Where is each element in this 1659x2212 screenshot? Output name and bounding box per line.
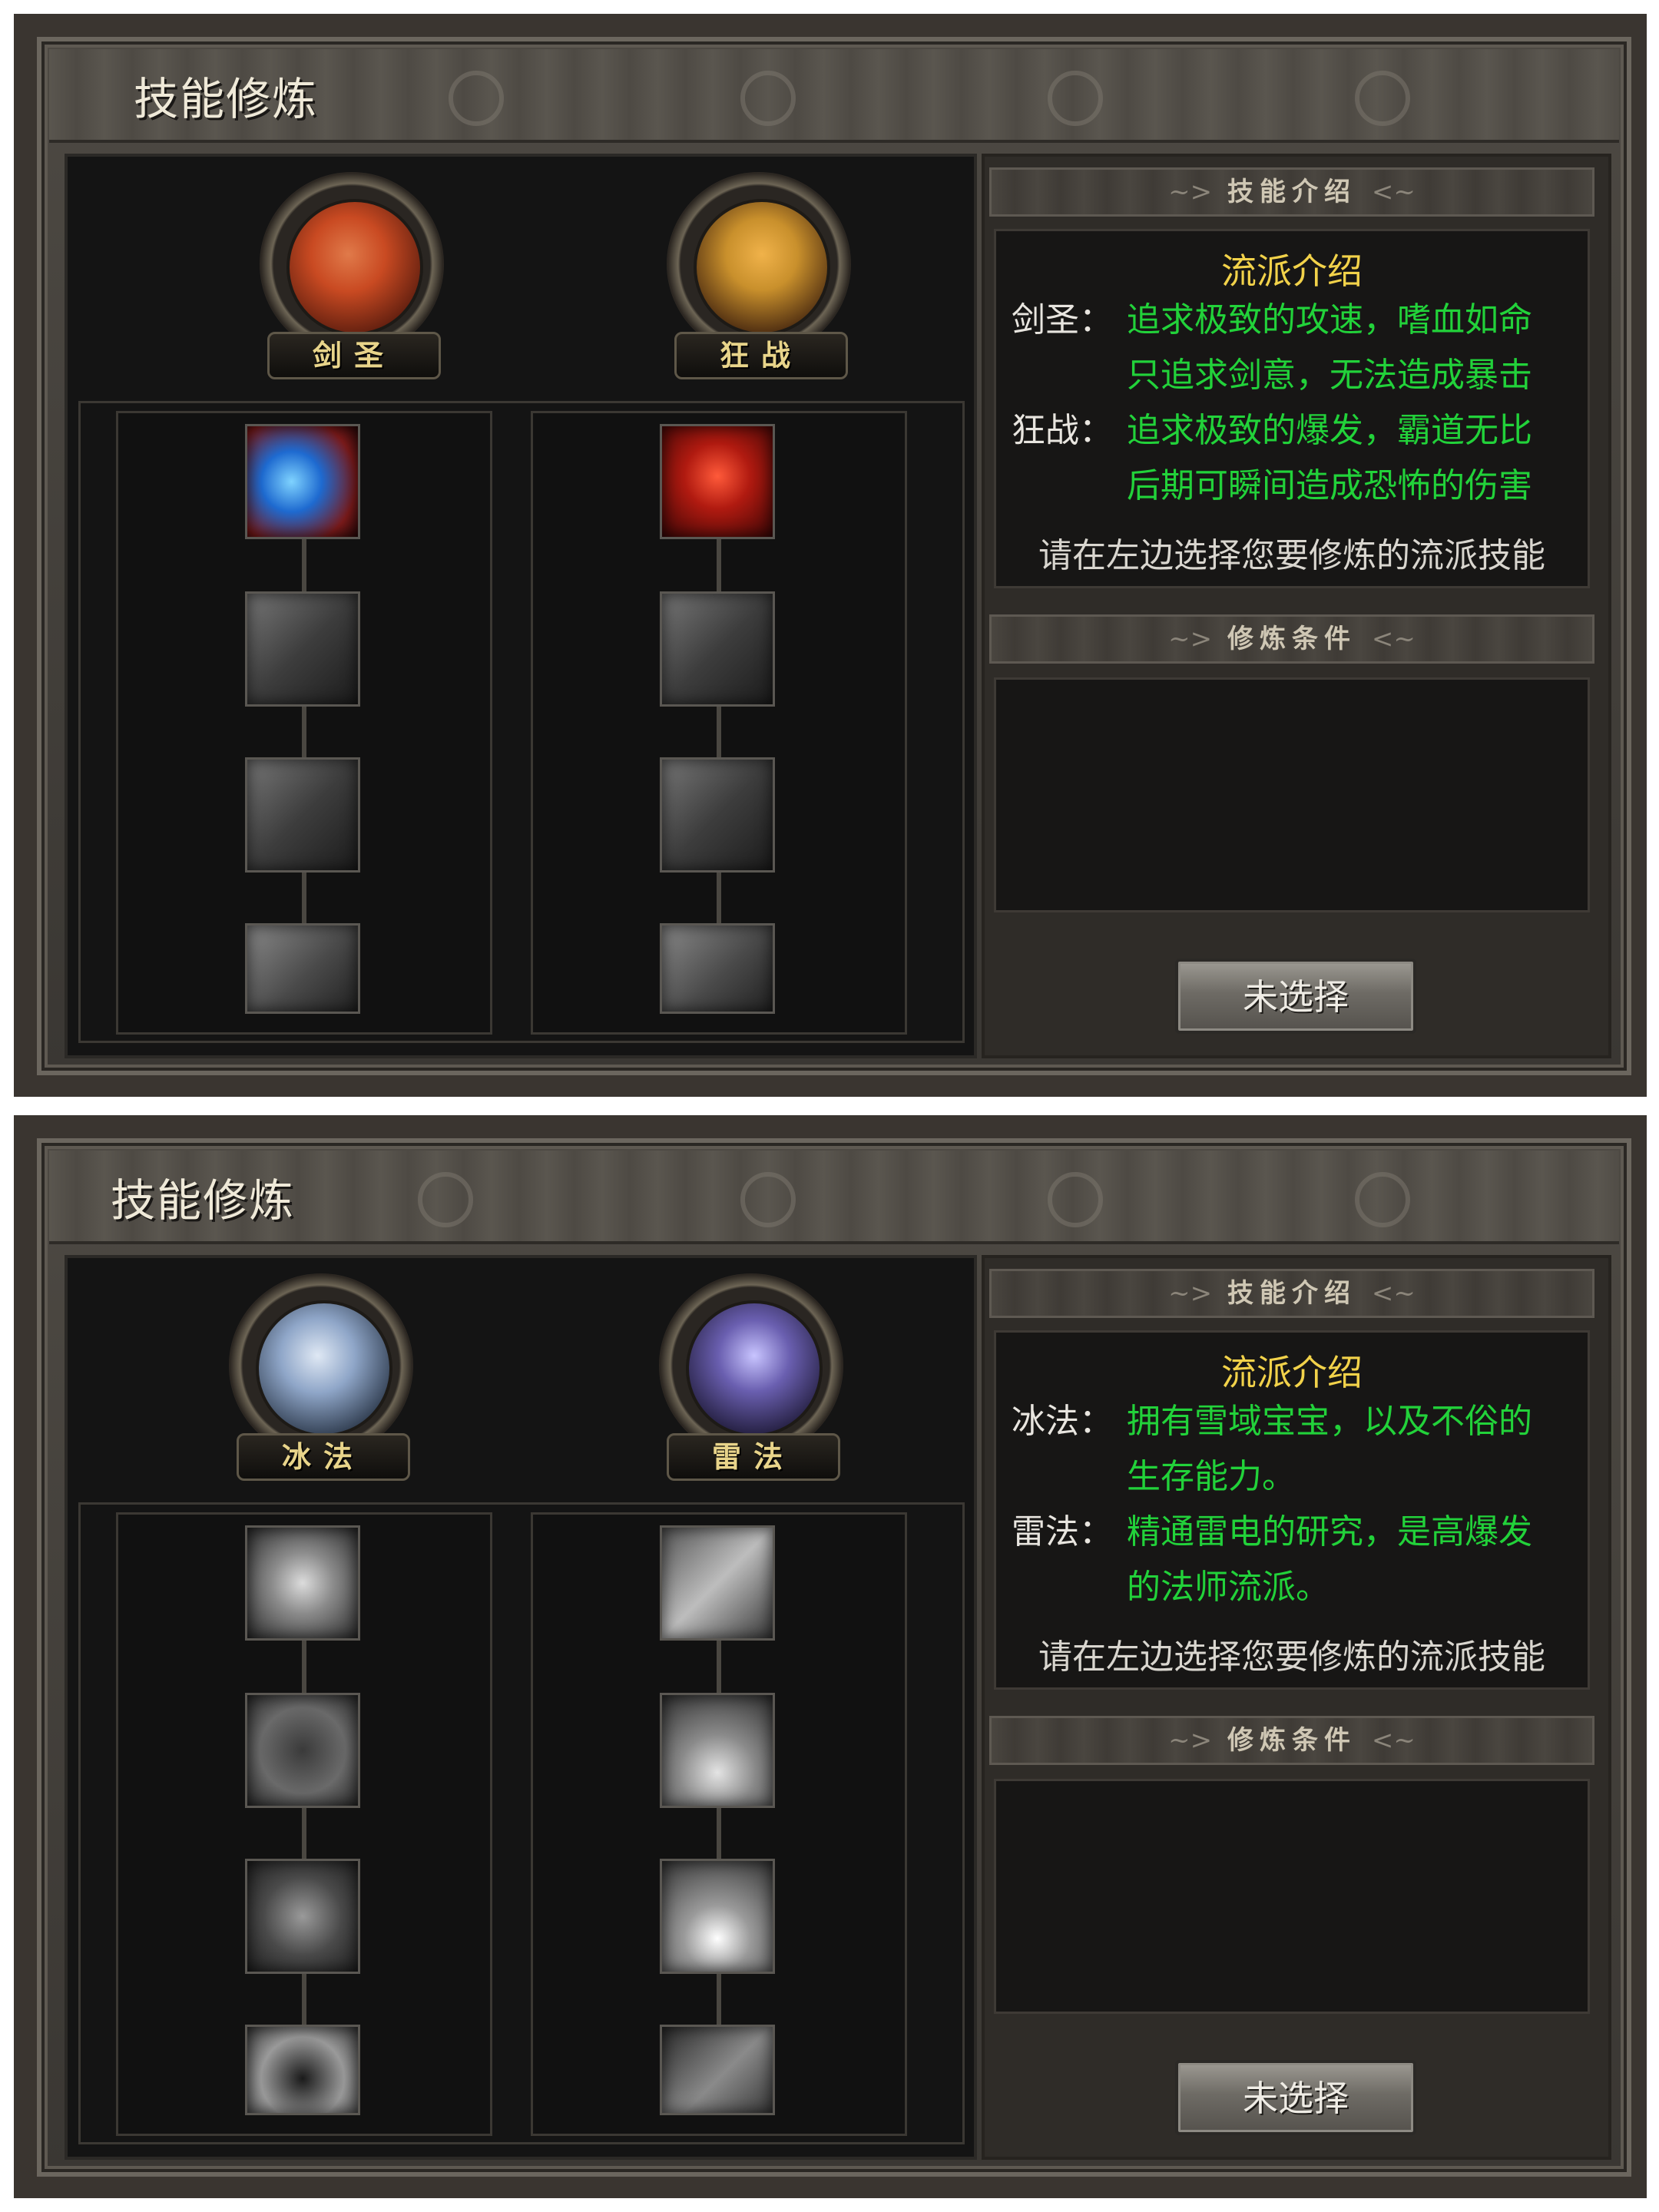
conditions-box: [994, 1779, 1590, 2014]
title-bar: 技能修炼: [49, 1151, 1619, 1244]
desc-row: 冰法： 拥有雪域宝宝，以及不俗的: [1012, 1402, 1532, 1441]
horned-helmet-icon[interactable]: [245, 1693, 360, 1808]
selection-prompt: 请在左边选择您要修炼的流派技能: [1038, 1637, 1545, 1677]
class-intro-box: 流派介绍 冰法： 拥有雪域宝宝，以及不俗的 生存能力。 雷法： 精通雷电的研究，是高…: [994, 1330, 1590, 1690]
select-button[interactable]: 未选择: [1175, 959, 1416, 1034]
sword-icon[interactable]: [660, 757, 775, 873]
demon-mask-icon[interactable]: [245, 1859, 360, 1974]
screenshot-top: 技能修炼 剑圣 狂战 ~> 技能介绍 <~ 流派介绍 剑圣： 追求极致的攻速，嗜…: [14, 14, 1647, 1097]
info-panel: ~> 技能介绍 <~ 流派介绍 剑圣： 追求极致的攻速，嗜血如命 只追求剑意，无法…: [982, 154, 1611, 1058]
sword-icon[interactable]: [245, 591, 360, 707]
desc-continuation: 的法师流派。: [1127, 1568, 1330, 1607]
swirl-ornament-icon: [1048, 1172, 1103, 1227]
window-title: 技能修炼: [134, 73, 319, 125]
swirl-ornament-icon: [418, 1172, 473, 1227]
conditions-header: ~> 修炼条件 <~: [989, 614, 1594, 664]
intro-title: 流派介绍: [1221, 250, 1363, 292]
conditions-box: [994, 677, 1590, 912]
conditions-header: ~> 修炼条件 <~: [989, 1716, 1594, 1765]
desc-row: 狂战： 追求极致的爆发，霸道无比: [1012, 411, 1532, 450]
skill-tree-leifa: [531, 1512, 907, 2136]
slash-icon[interactable]: [245, 923, 360, 1014]
class-name-label: 雷法: [667, 1433, 840, 1481]
ice-spikes-icon[interactable]: [660, 1693, 775, 1808]
class-name-label: 冰法: [237, 1433, 410, 1481]
window-title: 技能修炼: [111, 1174, 296, 1227]
crossed-blades-icon[interactable]: [660, 1525, 775, 1641]
swordsman-avatar-icon: [286, 199, 423, 336]
palm-icon[interactable]: [245, 2025, 360, 2115]
screenshot-bottom: 技能修炼 冰法 雷法 ~> 技能介绍 <~ 流派介绍 冰法： 拥有雪域宝宝，以及…: [14, 1115, 1647, 2198]
intro-title: 流派介绍: [1221, 1352, 1363, 1393]
select-button[interactable]: 未选择: [1175, 2060, 1416, 2135]
desc-row: 剑圣： 追求极致的攻速，嗜血如命: [1012, 300, 1532, 339]
skill-tree-kuangzhan: [531, 411, 907, 1035]
swirl-ornament-icon: [1355, 1172, 1410, 1227]
skill-intro-header: ~> 技能介绍 <~: [989, 1269, 1594, 1318]
skill-trees: [78, 1502, 965, 2144]
sword-icon[interactable]: [660, 591, 775, 707]
class-intro-box: 流派介绍 剑圣： 追求极致的攻速，嗜血如命 只追求剑意，无法造成暴击 狂战： 追求极…: [994, 229, 1590, 588]
thunder-mage-avatar-icon: [686, 1300, 823, 1437]
selection-prompt: 请在左边选择您要修炼的流派技能: [1038, 536, 1545, 575]
ice-mage-avatar-icon: [256, 1300, 392, 1437]
lightning-bolt-icon[interactable]: [660, 2025, 775, 2115]
title-bar: 技能修炼: [49, 49, 1619, 143]
class-selection-area: 剑圣 狂战: [65, 154, 977, 1058]
blade-wave-icon[interactable]: [245, 424, 360, 539]
class-name-label: 狂战: [674, 332, 848, 379]
skill-training-window: 技能修炼 冰法 雷法 ~> 技能介绍 <~ 流派介绍 冰法： 拥有雪域宝宝，以及…: [37, 1138, 1631, 2177]
class-portrait-jiansheng[interactable]: 剑圣: [252, 172, 452, 379]
swirl-ornament-icon: [740, 71, 796, 126]
swirl-ornament-icon: [449, 71, 504, 126]
swirl-ornament-icon: [1048, 71, 1103, 126]
class-portrait-leifa[interactable]: 雷法: [651, 1273, 851, 1481]
sword-icon[interactable]: [245, 757, 360, 873]
swirl-ornament-icon: [1355, 71, 1410, 126]
warrior-silhouette-icon[interactable]: [660, 923, 775, 1014]
berserker-avatar-icon: [694, 199, 830, 336]
rage-face-icon[interactable]: [660, 424, 775, 539]
class-portrait-bingfa[interactable]: 冰法: [221, 1273, 421, 1481]
class-portrait-kuangzhan[interactable]: 狂战: [659, 172, 859, 379]
desc-continuation: 只追求剑意，无法造成暴击: [1127, 356, 1532, 395]
skill-tree-jiansheng: [116, 411, 492, 1035]
lightning-storm-icon[interactable]: [660, 1859, 775, 1974]
class-name-label: 剑圣: [267, 332, 441, 379]
desc-row: 雷法： 精通雷电的研究，是高爆发: [1012, 1512, 1532, 1551]
skill-intro-header: ~> 技能介绍 <~: [989, 167, 1594, 217]
class-selection-area: 冰法 雷法: [65, 1255, 977, 2160]
skill-tree-bingfa: [116, 1512, 492, 2136]
info-panel: ~> 技能介绍 <~ 流派介绍 冰法： 拥有雪域宝宝，以及不俗的 生存能力。 雷法…: [982, 1255, 1611, 2160]
swirl-ornament-icon: [740, 1172, 796, 1227]
skill-trees: [78, 401, 965, 1043]
desc-continuation: 后期可瞬间造成恐怖的伤害: [1127, 466, 1532, 505]
skill-training-window: 技能修炼 剑圣 狂战 ~> 技能介绍 <~ 流派介绍 剑圣： 追求极致的攻速，嗜…: [37, 37, 1631, 1075]
shield-icon[interactable]: [245, 1525, 360, 1641]
desc-continuation: 生存能力。: [1127, 1457, 1296, 1496]
